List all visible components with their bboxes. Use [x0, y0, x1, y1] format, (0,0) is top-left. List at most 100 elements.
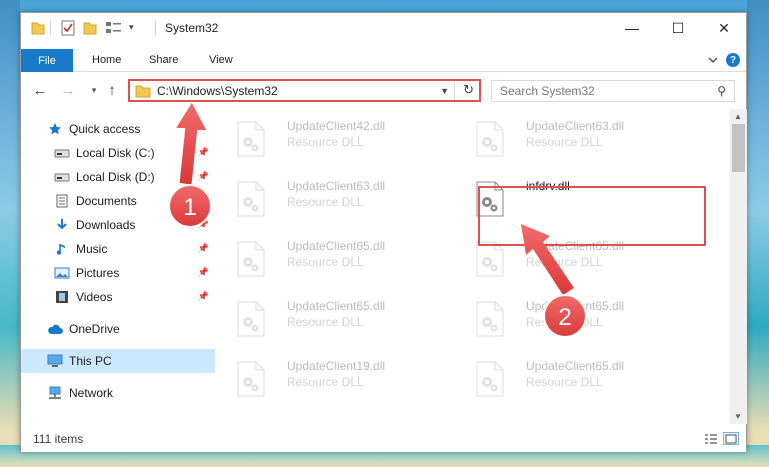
file-name: UpdateClient42.dll — [287, 119, 386, 133]
tab-share[interactable]: Share — [149, 54, 178, 66]
sidebar-item-network[interactable]: Network — [21, 381, 215, 405]
tab-file[interactable]: File — [21, 49, 73, 72]
address-separator — [454, 81, 455, 100]
sidebar-item-label: Videos — [76, 290, 113, 304]
quick-access-dropdown-icon[interactable]: ▾ — [129, 22, 134, 38]
file-item[interactable]: UpdateClient63.dll Resource DLL — [454, 113, 684, 165]
file-type: Resource DLL — [287, 255, 364, 269]
new-folder-icon[interactable] — [83, 20, 97, 36]
downloads-icon — [54, 218, 70, 232]
file-item[interactable]: UpdateClient65.dll Resource DLL — [454, 293, 684, 345]
file-name: UpdateClient65.dll — [526, 359, 625, 373]
folder-icon — [135, 85, 151, 98]
pin-icon[interactable]: 📌 — [198, 171, 209, 182]
monitor-icon — [47, 354, 63, 368]
address-dropdown-icon[interactable]: ▼ — [440, 86, 449, 96]
up-arrow-icon[interactable]: ↑ — [103, 81, 121, 99]
dll-file-icon — [237, 121, 265, 157]
search-icon[interactable]: ⚲ — [717, 84, 726, 98]
title-separator — [155, 21, 156, 35]
sidebar-item-downloads[interactable]: Downloads 📌 — [21, 213, 215, 237]
sidebar-item-label: Local Disk (C:) — [76, 146, 155, 160]
dll-file-icon — [476, 241, 504, 277]
dll-file-icon — [237, 181, 265, 217]
pin-icon[interactable]: 📌 — [198, 219, 209, 230]
file-type: Resource DLL — [526, 135, 603, 149]
navigation-pane: Quick access Local Disk (C:) 📌 Local Dis… — [21, 114, 215, 424]
sidebar-item-music[interactable]: Music 📌 — [21, 237, 215, 261]
pin-icon[interactable]: 📌 — [198, 243, 209, 254]
sidebar-item-videos[interactable]: Videos 📌 — [21, 285, 215, 309]
file-item[interactable]: UpdateClient42.dll Resource DLL — [215, 113, 445, 165]
properties-icon[interactable] — [61, 20, 75, 36]
minimize-button[interactable]: — — [609, 13, 655, 43]
details-view-icon[interactable] — [703, 432, 719, 445]
file-name: UpdateClient63.dll — [287, 179, 386, 193]
drive-icon — [54, 170, 70, 184]
back-arrow-icon[interactable]: ← — [31, 81, 49, 99]
sidebar-item-quick-access[interactable]: Quick access — [21, 117, 215, 141]
dll-file-icon — [476, 361, 504, 397]
close-button[interactable]: ✕ — [701, 13, 747, 43]
sidebar-item-local-disk-c[interactable]: Local Disk (C:) 📌 — [21, 141, 215, 165]
expand-ribbon-icon[interactable] — [708, 55, 718, 65]
sidebar-item-documents[interactable]: Documents 📌 — [21, 189, 215, 213]
dll-file-icon — [237, 301, 265, 337]
sidebar-item-label: Quick access — [69, 122, 141, 136]
search-input[interactable] — [492, 81, 702, 101]
file-item[interactable]: UpdateClient65.dll Resource DLL — [454, 353, 684, 405]
large-icons-view-icon[interactable] — [723, 432, 739, 445]
dll-file-icon — [476, 121, 504, 157]
scroll-down-icon[interactable]: ▼ — [734, 412, 742, 421]
pin-icon[interactable]: 📌 — [198, 147, 209, 158]
file-name: UpdateClient65.dll — [287, 239, 386, 253]
sidebar-item-label: OneDrive — [69, 322, 120, 336]
search-box[interactable]: ⚲ — [491, 80, 735, 102]
pin-icon[interactable]: 📌 — [198, 291, 209, 302]
customize-icon[interactable] — [105, 20, 123, 36]
sidebar-item-onedrive[interactable]: OneDrive — [21, 317, 215, 341]
pin-icon[interactable]: 📌 — [198, 195, 209, 206]
sidebar-item-label: Documents — [76, 194, 137, 208]
file-type: Resource DLL — [287, 315, 364, 329]
scrollbar-thumb[interactable] — [732, 124, 745, 172]
file-name: UpdateClient63.dll — [526, 119, 625, 133]
file-item[interactable]: UpdateClient19.dll Resource DLL — [215, 353, 445, 405]
toolbar-separator — [50, 21, 51, 35]
folder-icon — [31, 22, 45, 35]
scroll-up-icon[interactable]: ▲ — [734, 112, 742, 121]
refresh-icon[interactable]: ↻ — [463, 82, 474, 98]
forward-arrow-icon[interactable]: → — [59, 81, 77, 99]
file-item[interactable]: UpdateClient65.dll Resource DLL — [215, 293, 445, 345]
videos-icon — [54, 290, 70, 304]
dll-file-icon — [476, 301, 504, 337]
address-bar[interactable]: C:\Windows\System32 ▼ ↻ — [128, 79, 481, 102]
file-list: UpdateClient42.dll Resource DLL UpdateCl… — [215, 109, 730, 424]
sidebar-item-label: Network — [69, 386, 114, 400]
ribbon-tabs: File Home Share View ? — [21, 49, 746, 72]
sidebar-item-label: Music — [76, 242, 108, 256]
dll-file-icon — [237, 361, 265, 397]
sidebar-item-label: Pictures — [76, 266, 120, 280]
tab-home[interactable]: Home — [92, 54, 121, 66]
file-item[interactable]: UpdateClient63.dll Resource DLL — [215, 173, 445, 225]
navigation-bar: ← → ▾ ↑ C:\Windows\System32 ▼ ↻ ⚲ — [21, 73, 746, 109]
file-type: Resource DLL — [526, 375, 603, 389]
sidebar-item-label: Local Disk (D:) — [76, 170, 155, 184]
file-item[interactable]: UpdateClient65.dll Resource DLL — [215, 233, 445, 285]
tab-view[interactable]: View — [209, 54, 233, 66]
cloud-icon — [47, 322, 63, 336]
file-name: UpdateClient65.dll — [287, 299, 386, 313]
file-name: UpdateClient65.dll — [526, 299, 625, 313]
status-bar: 111 items — [21, 424, 746, 452]
sidebar-item-pictures[interactable]: Pictures 📌 — [21, 261, 215, 285]
sidebar-item-this-pc[interactable]: This PC — [21, 349, 215, 373]
help-icon[interactable]: ? — [726, 53, 740, 67]
music-icon — [54, 242, 70, 256]
sidebar-item-local-disk-d[interactable]: Local Disk (D:) 📌 — [21, 165, 215, 189]
vertical-scrollbar[interactable]: ▲ ▼ — [730, 109, 747, 424]
pin-icon[interactable]: 📌 — [198, 267, 209, 278]
maximize-button[interactable]: ☐ — [655, 13, 701, 43]
address-path[interactable]: C:\Windows\System32 — [157, 84, 278, 98]
recent-locations-icon[interactable]: ▾ — [85, 81, 103, 99]
